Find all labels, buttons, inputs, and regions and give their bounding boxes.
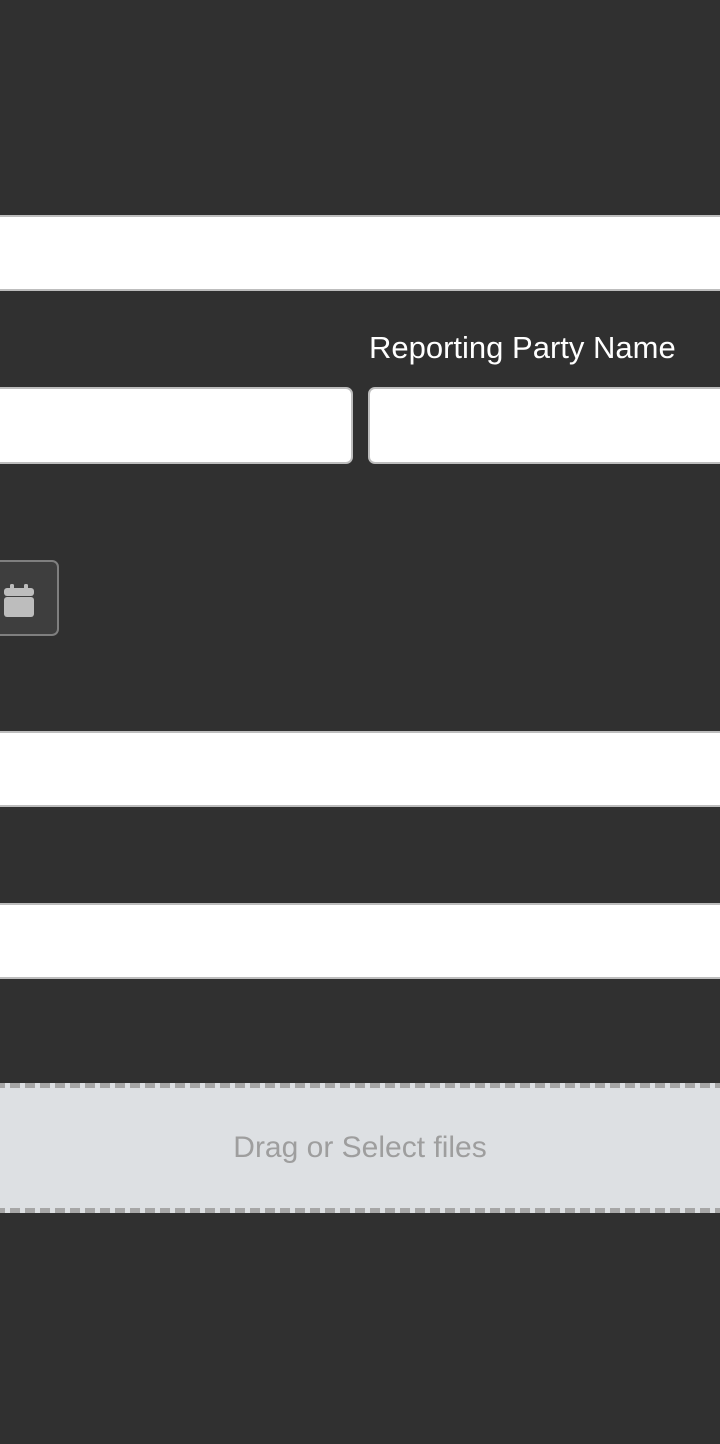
date-picker-button[interactable] (0, 560, 59, 636)
reporting-party-name-input[interactable] (368, 387, 720, 464)
text-input-row-3[interactable] (0, 903, 720, 979)
reporting-party-name-label: Reporting Party Name (369, 330, 676, 365)
dropzone-label: Drag or Select files (233, 1131, 487, 1164)
file-dropzone[interactable]: Drag or Select files (0, 1083, 720, 1213)
text-input-row-1[interactable] (0, 215, 720, 291)
text-input-row-2[interactable] (0, 731, 720, 807)
left-text-input[interactable] (0, 387, 353, 464)
calendar-icon (4, 584, 34, 617)
